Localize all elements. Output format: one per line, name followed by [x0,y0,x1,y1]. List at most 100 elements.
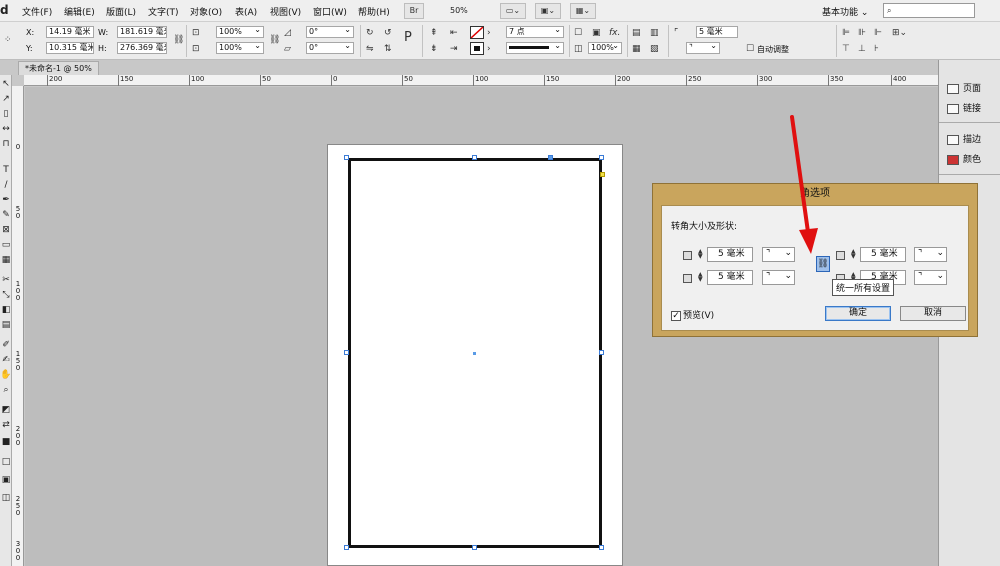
ok-button[interactable]: 确定 [825,306,891,321]
bottom-right-shape-select[interactable]: ⌝ [914,270,947,285]
shadow-icon[interactable]: ▣ [592,28,601,38]
shear-angle-select[interactable]: 0° [306,42,354,54]
page-tool-icon[interactable]: ▯ [0,109,12,123]
menu-file[interactable]: 文件(F) [22,5,52,18]
resize-handle-top-right[interactable] [599,155,604,160]
menu-object[interactable]: 对象(O) [190,5,222,18]
menu-view[interactable]: 视图(V) [270,5,301,18]
free-transform-tool-icon[interactable]: ⤡ [0,290,12,304]
autofit-checkbox[interactable]: ☐ [746,44,754,54]
pencil-tool-icon[interactable]: ✎ [0,210,12,224]
rotate-angle-select[interactable]: 0° [306,26,354,38]
type-tool-icon[interactable]: T [0,165,12,179]
menu-type[interactable]: 文字(T) [148,5,179,18]
document-tab[interactable]: *未命名-1 @ 50% [18,61,99,75]
content-collector-icon[interactable]: ⊓ [0,139,12,153]
scissors-tool-icon[interactable]: ✂ [0,275,12,289]
bl-spinner[interactable]: ▲ ▼ [698,272,703,283]
stroke-swatch[interactable] [470,42,484,55]
fill-stroke-icon[interactable]: ■ [0,437,12,451]
menu-help[interactable]: 帮助(H) [358,5,390,18]
panel-color[interactable]: 颜色 [947,152,981,165]
effects-icon[interactable]: ☐ [574,28,582,38]
flip-horizontal-icon[interactable]: ⇋ [366,44,374,54]
hand-tool-icon[interactable]: ✋ [0,370,12,384]
grid-tool-icon[interactable]: ▦ [0,255,12,269]
select-content-icon[interactable]: ⇟ [430,44,438,54]
panel-links[interactable]: 链接 [947,101,981,114]
reference-point-icon[interactable]: ⁘ [4,35,12,45]
fill-swatch[interactable] [470,26,484,39]
align-left-icon[interactable]: ⊫ [842,28,850,38]
constrain-scale-icon[interactable]: ⛓ [269,35,280,45]
frame-center-point[interactable] [473,352,476,355]
vertical-ruler[interactable]: 0 5 0 1 0 0 1 5 0 2 0 0 2 5 0 3 0 0 [12,86,24,566]
top-right-shape-select[interactable]: ⌝ [914,247,947,262]
text-wrap-jump-icon[interactable]: ▧ [650,44,659,54]
menu-window[interactable]: 窗口(W) [313,5,347,18]
stroke-arrow-icon[interactable]: › [487,44,491,54]
distribute-icon[interactable]: ⊞⌄ [892,28,907,38]
tr-spinner[interactable]: ▲ ▼ [851,249,856,260]
view-mode-icon[interactable]: ▣ [0,475,12,489]
resize-handle-bottom-left[interactable] [344,545,349,550]
y-position-field[interactable]: 10.315 毫米 [46,42,94,54]
zoom-tool-icon[interactable]: ⌕ [0,385,12,399]
fill-arrow-icon[interactable]: › [487,28,491,38]
direct-selection-tool-icon[interactable]: ↗ [0,94,12,108]
top-left-size-field[interactable]: 5 毫米 [707,247,753,262]
rotate-ccw-icon[interactable]: ↺ [384,28,392,38]
arrange-documents-icon[interactable]: ▦⌄ [570,3,596,19]
horizontal-ruler[interactable]: 200 150 100 50 0 50 100 150 200 250 300 … [24,75,938,86]
corner-shape-select[interactable]: ⌝ [686,42,720,54]
view-options-icon[interactable]: ▭⌄ [500,3,526,19]
resize-handle-bottom-right[interactable] [599,545,604,550]
stroke-type-select[interactable] [506,42,564,54]
gradient-tool-icon[interactable]: ◧ [0,305,12,319]
formatting-affects-container-icon[interactable]: □ [0,457,12,471]
align-right-icon[interactable]: ⊩ [874,28,882,38]
stroke-weight-select[interactable]: 7 点 [506,26,564,38]
top-left-shape-select[interactable]: ⌝ [762,247,795,262]
select-next-icon[interactable]: ⇥ [450,44,458,54]
live-corner-handle[interactable] [600,172,605,177]
default-colors-icon[interactable]: ◩ [0,405,12,419]
scale-x-select[interactable]: 100% [216,26,264,38]
swap-colors-icon[interactable]: ⇄ [0,420,12,434]
resize-handle-top-left[interactable] [344,155,349,160]
corner-options-icon[interactable]: ⌜ [674,28,678,38]
bottom-left-shape-select[interactable]: ⌝ [762,270,795,285]
align-top-icon[interactable]: ⊤ [842,44,850,54]
resize-handle-bottom[interactable] [472,545,477,550]
selection-tool-icon[interactable]: ↖ [0,79,12,93]
rectangle-frame-tool-icon[interactable]: ⊠ [0,225,12,239]
constrain-proportions-icon[interactable]: ⛓ [173,35,184,45]
panel-pages[interactable]: 页面 [947,81,981,94]
panel-stroke[interactable]: 描边 [947,132,981,145]
height-field[interactable]: 276.369 毫米 [117,42,167,54]
align-center-icon[interactable]: ⊪ [858,28,866,38]
eyedropper-tool-icon[interactable]: ✍ [0,355,12,369]
menu-table[interactable]: 表(A) [235,5,257,18]
resize-handle-top[interactable] [472,155,477,160]
tl-spinner[interactable]: ▲ ▼ [698,249,703,260]
align-middle-icon[interactable]: ⊥ [858,44,866,54]
dialog-title[interactable]: 角选项 [653,184,977,204]
rectangle-tool-icon[interactable]: ▭ [0,240,12,254]
screen-mode-tool-icon[interactable]: ◫ [0,493,12,507]
link-all-corners-icon[interactable]: ⛓ [816,256,830,272]
fx-icon[interactable]: fx. [609,28,620,38]
resize-handle-left[interactable] [344,350,349,355]
gap-tool-icon[interactable]: ↔ [0,124,12,138]
workspace-switcher[interactable]: 基本功能 ⌄ [822,5,868,18]
align-bottom-icon[interactable]: ⊦ [874,44,879,54]
x-position-field[interactable]: 14.19 毫米 [46,26,94,38]
resize-handle-right[interactable] [599,350,604,355]
resize-handle-top-blue[interactable] [548,155,553,160]
line-tool-icon[interactable]: / [0,180,12,194]
opacity-select[interactable]: 100% [588,42,622,54]
bridge-button[interactable]: Br [404,3,424,19]
text-wrap-bbox-icon[interactable]: ▥ [650,28,659,38]
zoom-level[interactable]: 50% [450,6,468,15]
flip-vertical-icon[interactable]: ⇅ [384,44,392,54]
